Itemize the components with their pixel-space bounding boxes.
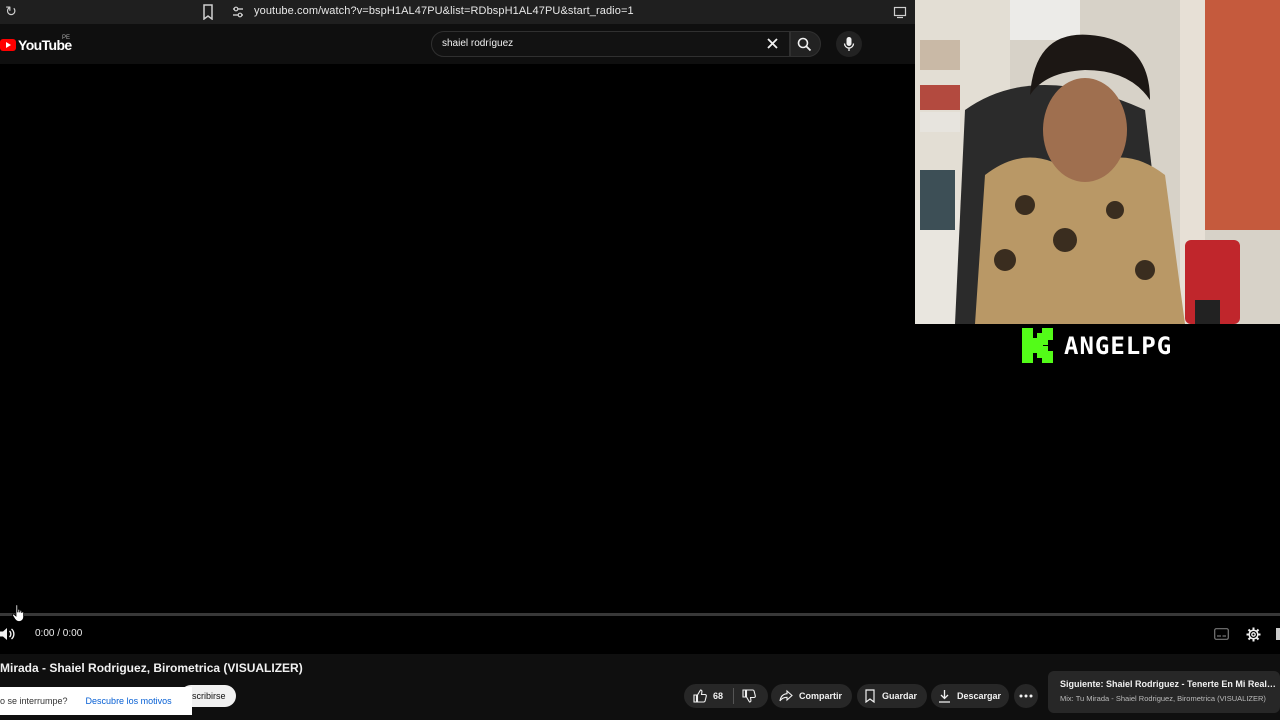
like-dislike-group: 68 <box>684 684 768 708</box>
notice-text: o se interrumpe? <box>0 696 68 706</box>
cast-icon[interactable] <box>893 5 907 19</box>
thumbs-up-icon[interactable] <box>693 689 707 703</box>
screen: ↻ youtube.com/watch?v=bspH1AL47PU&list=R… <box>0 0 1280 720</box>
webcam-feed <box>915 0 1280 324</box>
bookmark-icon[interactable] <box>201 4 215 20</box>
up-next-subtitle: Mix: Tu Mirada - Shaiel Rodriguez, Birom… <box>1060 694 1266 703</box>
share-button[interactable]: Compartir <box>771 684 852 708</box>
subtitles-icon[interactable] <box>1214 628 1229 640</box>
fullscreen-icon[interactable] <box>1276 628 1280 640</box>
streamer-name: ANGELPG <box>1064 331 1173 360</box>
more-dots-icon <box>1019 694 1033 698</box>
youtube-logo[interactable]: YouTube <box>0 37 72 53</box>
download-label: Descargar <box>957 691 1002 701</box>
settings-gear-icon[interactable] <box>1246 627 1261 642</box>
more-actions-button[interactable] <box>1014 684 1038 708</box>
save-button[interactable]: Guardar <box>857 684 927 708</box>
site-info-icon[interactable] <box>231 5 245 19</box>
share-icon <box>779 689 793 702</box>
time-display: 0:00 / 0:00 <box>35 628 83 639</box>
info-notice: o se interrumpe? Descubre los motivos <box>0 687 192 715</box>
search-icon[interactable] <box>797 37 812 52</box>
up-next-title: Siguiente: Shaiel Rodriguez - Tenerte En… <box>1060 679 1276 689</box>
volume-icon[interactable] <box>0 627 16 641</box>
like-divider <box>733 688 735 704</box>
hand-cursor-icon <box>12 604 24 622</box>
share-label: Compartir <box>799 691 843 701</box>
search-query[interactable]: shaiel rodríguez <box>442 38 513 49</box>
save-label: Guardar <box>882 691 918 701</box>
play-logo-icon <box>0 39 16 51</box>
reload-icon[interactable]: ↻ <box>3 3 19 19</box>
video-progress-bar[interactable] <box>0 613 1280 616</box>
clear-search-icon[interactable] <box>765 36 780 51</box>
notice-link[interactable]: Descubre los motivos <box>86 696 172 706</box>
address-bar[interactable]: youtube.com/watch?v=bspH1AL47PU&list=RDb… <box>254 5 634 17</box>
browser-toolbar: ↻ youtube.com/watch?v=bspH1AL47PU&list=R… <box>0 0 915 24</box>
country-code: PE <box>62 35 71 41</box>
video-title: Mirada - Shaiel Rodriguez, Birometrica (… <box>0 661 303 675</box>
thumbs-down-icon[interactable] <box>742 689 756 703</box>
like-count[interactable]: 68 <box>713 691 723 701</box>
streamer-brand: ANGELPG <box>1022 328 1172 363</box>
download-icon <box>939 690 950 703</box>
microphone-icon[interactable] <box>842 36 856 52</box>
kick-logo-icon <box>1022 328 1053 363</box>
save-bookmark-icon <box>865 689 875 703</box>
up-next-card[interactable]: Siguiente: Shaiel Rodriguez - Tenerte En… <box>1048 671 1280 713</box>
download-button[interactable]: Descargar <box>931 684 1009 708</box>
